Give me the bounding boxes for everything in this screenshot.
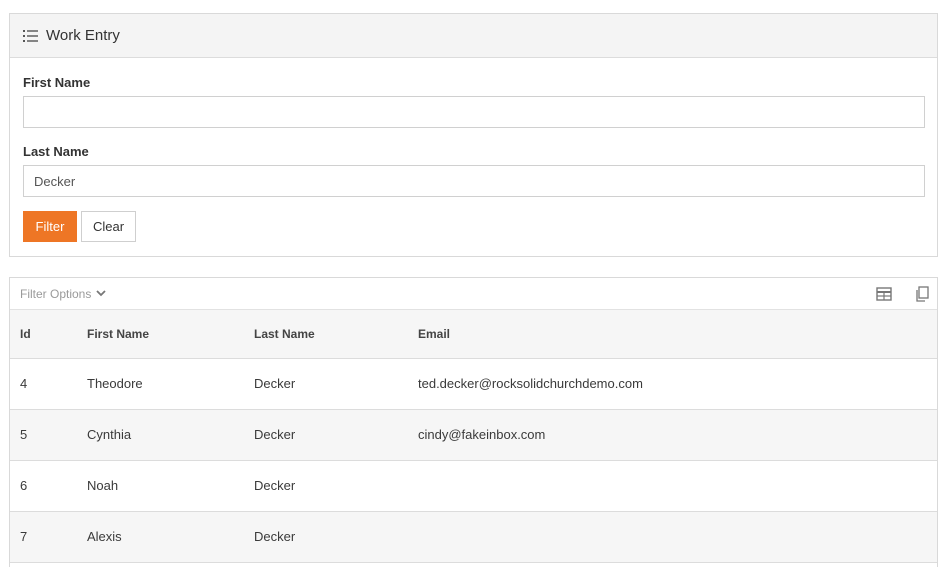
first-name-label: First Name [23,75,91,90]
table-row[interactable]: 5 Cynthia Decker cindy@fakeinbox.com [10,409,937,461]
panel-title: Work Entry [46,27,120,44]
last-name-input[interactable] [23,165,925,197]
cell-email: ted.decker@rocksolidchurchdemo.com [418,358,937,410]
first-name-input[interactable] [23,96,925,128]
cell-id: 4 [10,358,87,410]
column-header-id[interactable]: Id [10,310,87,359]
list-icon [23,29,39,43]
last-name-label: Last Name [23,144,89,159]
cell-id: 5 [10,409,87,461]
column-header-last-name[interactable]: Last Name [254,310,418,359]
clear-button[interactable]: Clear [81,211,136,242]
column-header-first-name[interactable]: First Name [87,310,254,359]
cell-last-name: Decker [254,460,418,512]
column-header-email[interactable]: Email [418,310,937,359]
cell-last-name: Decker [254,358,418,410]
table-row[interactable]: 6 Noah Decker [10,460,937,512]
cell-first-name: Alexis [87,511,254,563]
cell-first-name: Cynthia [87,409,254,461]
data-table: Id First Name Last Name Email 4 Theodore… [10,310,937,563]
copy-icon[interactable] [914,286,930,302]
table-row[interactable]: 4 Theodore Decker ted.decker@rocksolidch… [10,358,937,410]
filter-button[interactable]: Filter [23,211,77,242]
cell-email: cindy@fakeinbox.com [418,409,937,461]
panel-heading: Work Entry [10,14,937,58]
table-header-row: Id First Name Last Name Email [10,310,937,359]
excel-export-icon[interactable] [876,286,892,302]
cell-email [418,460,937,512]
cell-email [418,511,937,563]
filter-options-toggle[interactable]: Filter Options [20,287,106,301]
cell-last-name: Decker [254,409,418,461]
chevron-down-icon [96,290,106,297]
filter-options-label: Filter Options [20,286,92,301]
grid-actions-bar: Filter Options [10,278,937,310]
cell-first-name: Theodore [87,358,254,410]
table-row[interactable]: 7 Alexis Decker [10,511,937,563]
cell-first-name: Noah [87,460,254,512]
grid-panel: Filter Options Id First Name Last Name E… [9,277,938,567]
cell-last-name: Decker [254,511,418,563]
work-entry-panel: Work Entry First Name Last Name Filter C… [9,13,938,257]
cell-id: 7 [10,511,87,563]
cell-id: 6 [10,460,87,512]
